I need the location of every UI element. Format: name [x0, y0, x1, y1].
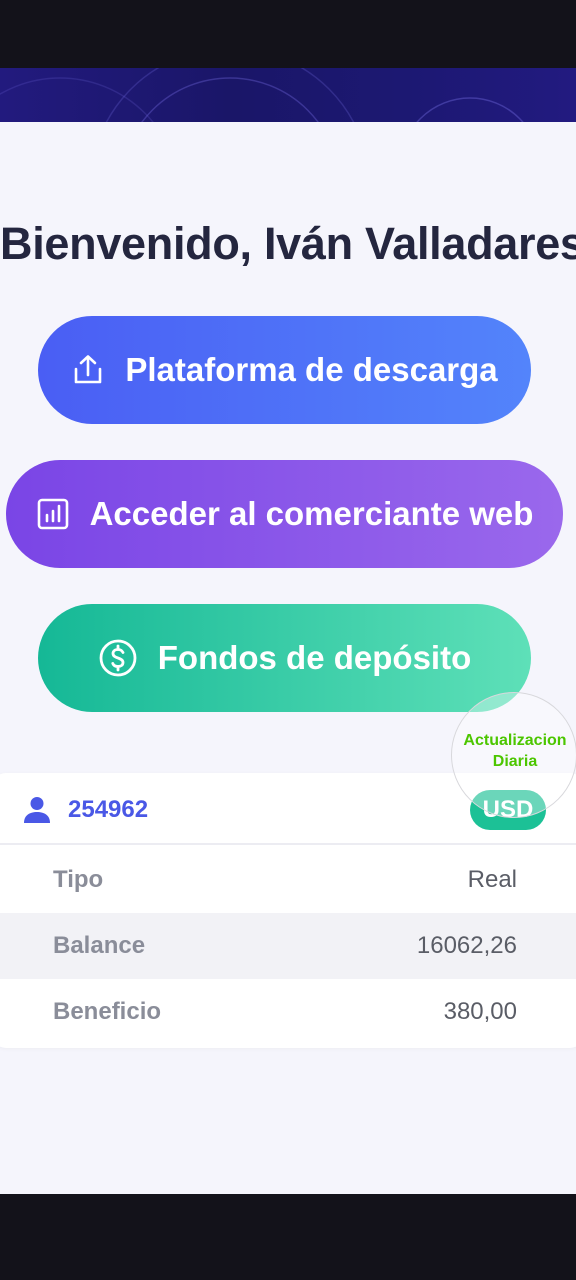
status-bar: [0, 0, 576, 68]
account-id[interactable]: 254962: [68, 795, 148, 825]
daily-update-label[interactable]: Actualizacion Diaria: [448, 730, 576, 772]
row-label: Balance: [53, 932, 146, 959]
account-row-balance: Balance 16062,26: [0, 913, 576, 979]
daily-update-line1: Actualizacion: [463, 732, 567, 749]
download-platform-button[interactable]: Plataforma de descarga: [38, 316, 531, 424]
dollar-icon: [98, 638, 138, 678]
chart-icon: [36, 497, 70, 531]
web-trader-button[interactable]: Acceder al comerciante web: [6, 460, 563, 568]
row-value: 380,00: [443, 998, 517, 1025]
row-label: Beneficio: [53, 998, 162, 1025]
deposit-funds-button[interactable]: Fondos de depósito: [38, 604, 531, 712]
daily-update-line2: Diaria: [492, 753, 538, 770]
navigation-bar: [0, 1194, 576, 1280]
deposit-funds-label: Fondos de depósito: [157, 639, 472, 676]
account-row-type: Tipo Real: [0, 847, 576, 913]
main-content: Bienvenido, Iván Valladares Plataforma d…: [0, 122, 576, 1194]
account-card: 254962 USD Tipo Real Balance 16062,26 Be…: [0, 773, 576, 1048]
download-platform-label: Plataforma de descarga: [125, 351, 498, 388]
header-banner: [0, 68, 576, 122]
row-label: Tipo: [53, 866, 104, 893]
web-trader-label: Acceder al comerciante web: [89, 495, 534, 532]
welcome-title: Bienvenido, Iván Valladares: [0, 218, 576, 269]
account-row-profit: Beneficio 380,00: [0, 979, 576, 1045]
banner-decoration: [0, 68, 524, 122]
upload-icon: [71, 353, 105, 387]
row-value: Real: [467, 866, 517, 893]
row-value: 16062,26: [416, 932, 517, 959]
user-icon: [22, 795, 52, 830]
